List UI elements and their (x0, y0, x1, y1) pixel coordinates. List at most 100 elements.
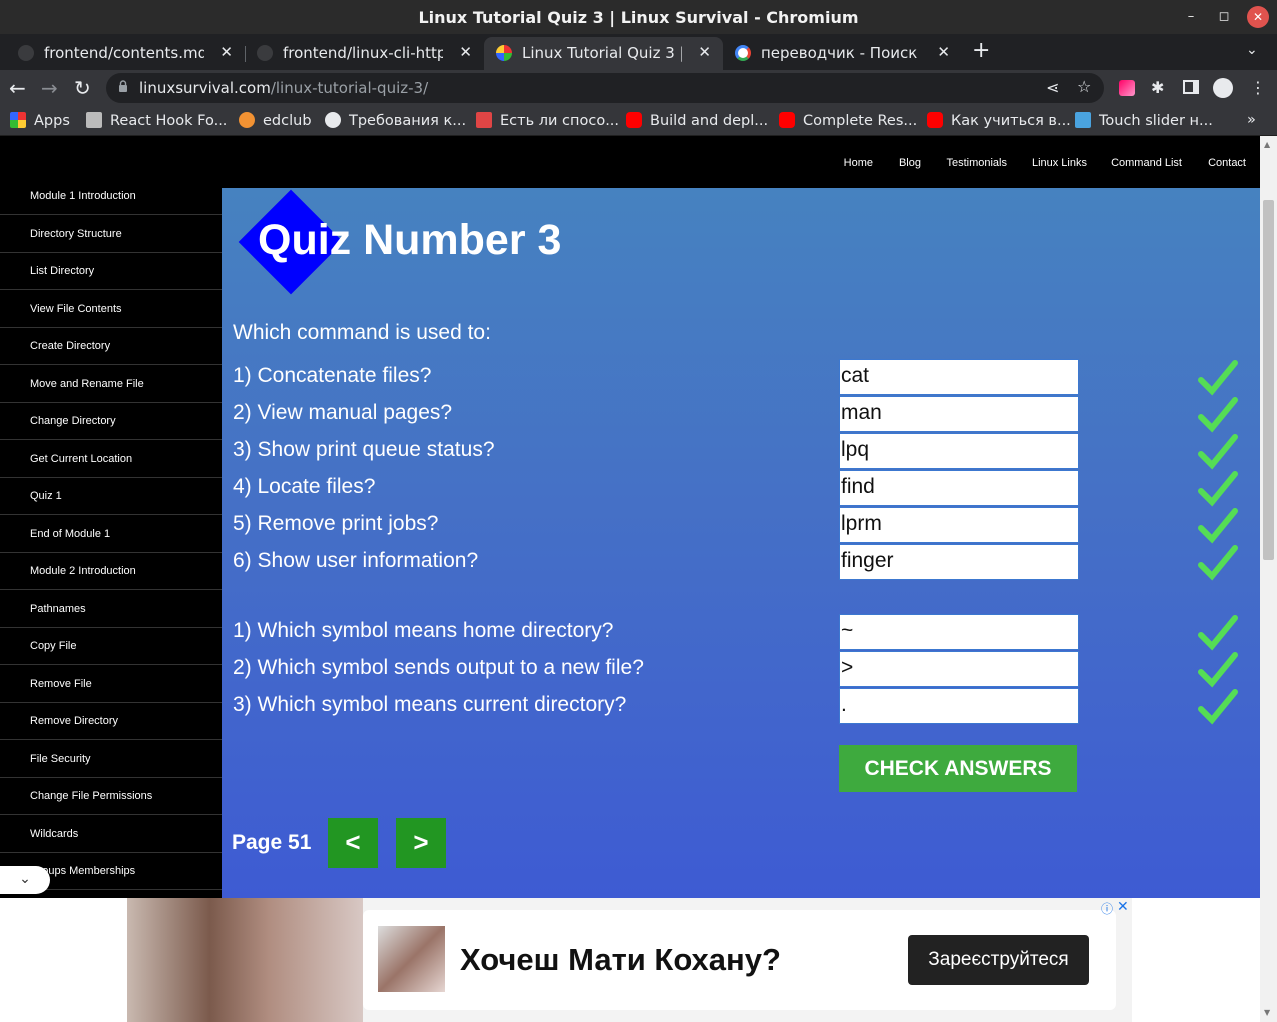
nav-command-list[interactable]: Command List (1111, 157, 1182, 169)
tab-google-search[interactable]: переводчик - Поиск в Goo ✕ (723, 37, 962, 70)
sidebar-item[interactable]: Change Directory (0, 403, 222, 440)
ad-thumbnail (378, 926, 445, 992)
ad-headline: Хочеш Мати Кохану? (460, 942, 781, 977)
google-icon (735, 45, 751, 61)
ad-card[interactable]: Хочеш Мати Кохану? Зареєструйтеся (363, 910, 1116, 1010)
checkmark-icon (1198, 360, 1238, 396)
question-label: 2) Which symbol sends output to a new fi… (233, 656, 644, 679)
profile-avatar-icon[interactable] (1213, 78, 1233, 98)
sidebar-item[interactable]: Directory Structure (0, 216, 222, 253)
answer-field[interactable]: . (839, 688, 1079, 724)
sidebar-item[interactable]: Pathnames (0, 591, 222, 628)
close-window-button[interactable]: ✕ (1247, 6, 1269, 28)
extensions-puzzle-icon[interactable]: ✱ (1151, 78, 1164, 97)
tab-close-icon[interactable]: ✕ (937, 43, 950, 61)
question-label: 2) View manual pages? (233, 401, 453, 424)
sidebar-item[interactable]: Module 2 Introduction (0, 553, 222, 590)
tab-github-linux-cli[interactable]: frontend/linux-cli-http.m ✕ (245, 37, 484, 70)
checkmark-icon (1198, 652, 1238, 688)
bookmark-star-icon[interactable]: ☆ (1077, 77, 1091, 96)
lock-icon (119, 80, 127, 92)
ad-photo (127, 898, 363, 1022)
answer-field[interactable]: find (839, 470, 1079, 506)
sidebar-item[interactable]: Wildcards (0, 816, 222, 853)
back-arrow-icon[interactable]: ← (9, 76, 26, 100)
tab-close-icon[interactable]: ✕ (698, 43, 711, 61)
ad-info-icon[interactable]: ⓘ (1101, 900, 1113, 917)
address-bar[interactable]: linuxsurvival.com/linux-tutorial-quiz-3/… (106, 73, 1104, 103)
maximize-button[interactable]: ◻ (1212, 5, 1236, 29)
web-page: Home Blog Testimonials Linux Links Comma… (0, 136, 1260, 1022)
bookmark-how-to-learn[interactable]: Как учиться в... (927, 112, 1071, 129)
apps-grid-icon (10, 112, 26, 128)
bookmark-build-deploy[interactable]: Build and depl... (626, 112, 768, 129)
sidebar-item[interactable]: End of Module 1 (0, 516, 222, 553)
sidebar-item[interactable]: Quiz 1 (0, 478, 222, 515)
answer-field[interactable]: man (839, 396, 1079, 432)
extension-icon[interactable] (1119, 80, 1135, 96)
bookmark-edclub[interactable]: edclub (239, 112, 312, 129)
url-domain: linuxsurvival.com (139, 79, 271, 97)
share-icon[interactable]: ⋖ (1046, 78, 1059, 97)
checkmark-icon (1198, 471, 1238, 507)
bookmark-qa[interactable]: Есть ли спосо... (476, 112, 619, 129)
menu-kebab-icon[interactable]: ⋮ (1250, 78, 1266, 97)
nav-contact[interactable]: Contact (1208, 157, 1246, 169)
tab-linux-quiz[interactable]: Linux Tutorial Quiz 3 | Linu ✕ (484, 37, 723, 70)
nav-home[interactable]: Home (844, 157, 873, 169)
bookmarks-overflow-icon[interactable]: » (1247, 112, 1256, 128)
youtube-icon (626, 112, 642, 128)
reload-icon[interactable]: ↻ (74, 76, 91, 100)
sidebar-item[interactable]: Module 1 Introduction (0, 178, 222, 215)
sidebar-item[interactable]: Remove File (0, 666, 222, 703)
side-panel-icon[interactable] (1183, 80, 1199, 94)
scroll-down-icon[interactable]: ▼ (1264, 1008, 1270, 1017)
tab-search-chevron-icon[interactable]: ⌄ (1246, 42, 1258, 58)
answer-field[interactable]: > (839, 651, 1079, 687)
scroll-up-icon[interactable]: ▲ (1264, 140, 1270, 149)
answer-field[interactable]: lprm (839, 507, 1079, 543)
answer-field[interactable]: ~ (839, 614, 1079, 650)
nav-testimonials[interactable]: Testimonials (946, 157, 1007, 169)
sidebar-item[interactable]: Create Directory (0, 328, 222, 365)
bookmark-apps[interactable]: Apps (10, 112, 70, 129)
bookmark-react-hook-form[interactable]: React Hook Fo... (86, 112, 227, 129)
answer-field[interactable]: cat (839, 359, 1079, 395)
quiz-intro: Which command is used to: (233, 321, 491, 344)
bookmark-requirements[interactable]: Требования к... (325, 112, 466, 129)
answer-field[interactable]: finger (839, 544, 1079, 580)
linuxsurvival-favicon (496, 45, 512, 61)
forward-arrow-icon[interactable]: → (41, 76, 58, 100)
minimize-button[interactable]: – (1179, 5, 1203, 29)
tab-close-icon[interactable]: ✕ (459, 43, 472, 61)
sidebar-item[interactable]: Change File Permissions (0, 778, 222, 815)
ad-banner[interactable]: Хочеш Мати Кохану? Зареєструйтеся ⓘ ✕ (127, 898, 1132, 1022)
tab-github-contents[interactable]: frontend/contents.md at ✕ (6, 37, 245, 70)
sidebar-item[interactable]: Get Current Location (0, 441, 222, 478)
nav-blog[interactable]: Blog (899, 157, 921, 169)
scrollbar-thumb[interactable] (1263, 200, 1274, 560)
page-scrollbar[interactable]: ▲ ▼ (1260, 136, 1277, 1022)
sidebar-item[interactable]: Remove Directory (0, 703, 222, 740)
answer-field[interactable]: lpq (839, 433, 1079, 469)
question-label: 6) Show user information? (233, 549, 479, 572)
new-tab-button[interactable]: + (972, 38, 990, 63)
nav-linux-links[interactable]: Linux Links (1032, 157, 1087, 169)
sidebar-item[interactable]: List Directory (0, 253, 222, 290)
checkmark-icon (1198, 434, 1238, 470)
ad-close-icon[interactable]: ✕ (1117, 899, 1129, 915)
bookmark-touch-slider[interactable]: Touch slider н... (1075, 112, 1213, 129)
tab-close-icon[interactable]: ✕ (220, 43, 233, 61)
sidebar-collapse-chevron-icon[interactable]: ⌄ (0, 866, 50, 894)
tab-label: frontend/linux-cli-http.m (283, 44, 443, 62)
ad-banner-area: Хочеш Мати Кохану? Зареєструйтеся ⓘ ✕ (0, 898, 1260, 1022)
bookmark-complete-res[interactable]: Complete Res... (779, 112, 917, 129)
sidebar-item[interactable]: View File Contents (0, 291, 222, 328)
check-answers-button[interactable]: CHECK ANSWERS (839, 745, 1077, 792)
ad-signup-button[interactable]: Зареєструйтеся (908, 935, 1089, 985)
previous-page-button[interactable]: < (328, 818, 378, 868)
sidebar-item[interactable]: File Security (0, 741, 222, 778)
next-page-button[interactable]: > (396, 818, 446, 868)
sidebar-item[interactable]: Copy File (0, 628, 222, 665)
sidebar-item[interactable]: Move and Rename File (0, 366, 222, 403)
